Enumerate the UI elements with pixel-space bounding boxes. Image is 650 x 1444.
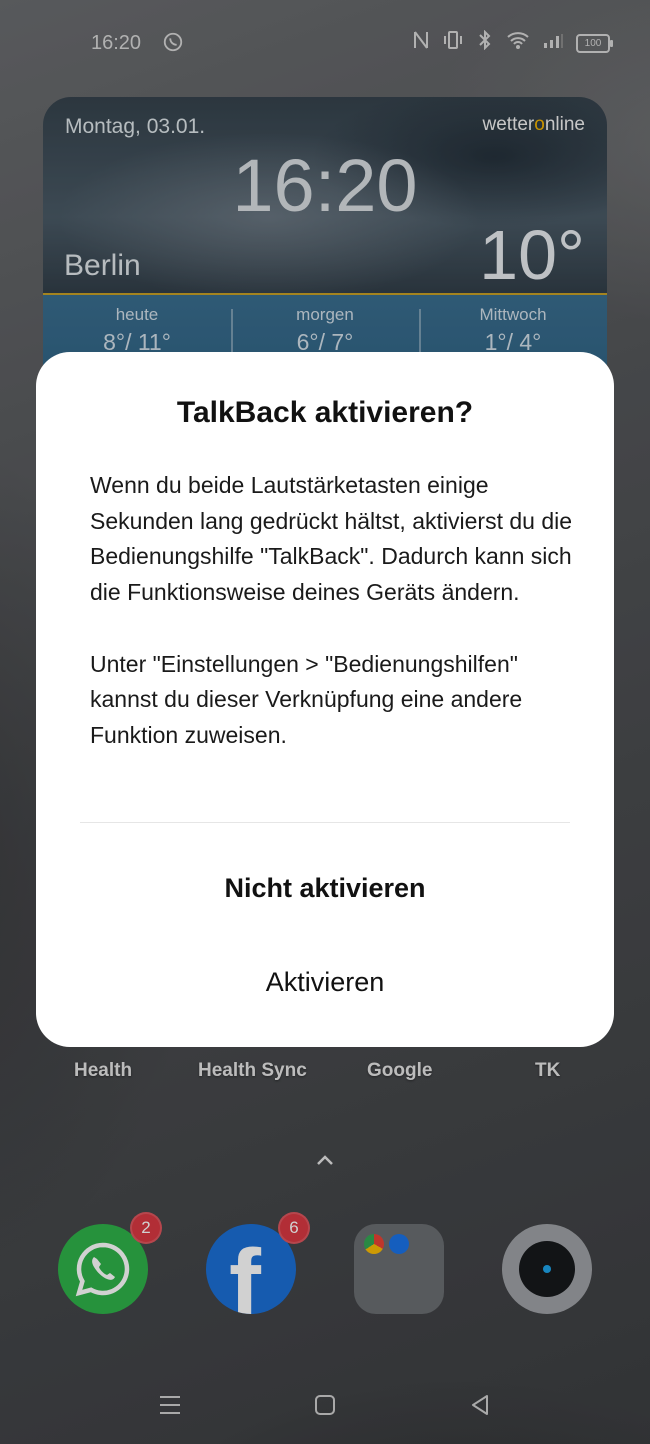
dialog-divider xyxy=(80,822,570,823)
talkback-dialog: TalkBack aktivieren? Wenn du beide Lauts… xyxy=(36,352,614,1047)
dialog-message: Wenn du beide Lautstärketasten einige Se… xyxy=(90,472,573,748)
dialog-title: TalkBack aktivieren? xyxy=(176,396,474,429)
do-not-activate-button[interactable]: Nicht aktivieren xyxy=(36,860,614,916)
activate-button[interactable]: Aktivieren xyxy=(36,954,614,1010)
